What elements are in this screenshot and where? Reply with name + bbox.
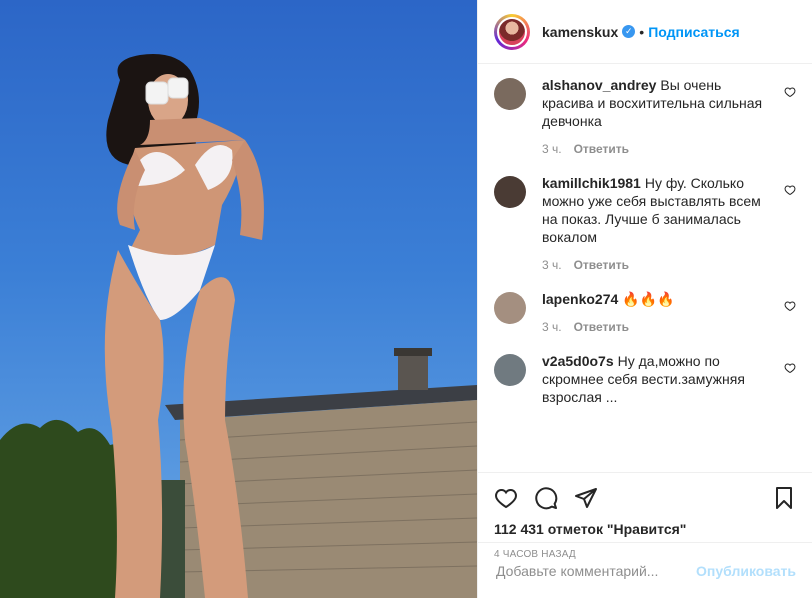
comment-time: 3 ч. bbox=[542, 258, 562, 272]
comment-time: 3 ч. bbox=[542, 320, 562, 334]
comments-list: alshanov_andrey Вы очень красива и восхит… bbox=[478, 64, 812, 472]
author-avatar[interactable] bbox=[494, 13, 530, 50]
comment-input[interactable] bbox=[494, 561, 697, 580]
share-icon[interactable] bbox=[574, 486, 598, 510]
action-icons bbox=[494, 483, 796, 513]
commenter-username[interactable]: v2a5d0o7s bbox=[542, 353, 614, 369]
post: kamenskux ✓ • Подписаться alshanov_andre… bbox=[0, 0, 812, 598]
likes-count[interactable]: 112 431 отметок "Нравится" bbox=[494, 521, 796, 537]
post-photo-illustration bbox=[0, 54, 477, 598]
comment-text-block: kamillchik1981 Ну фу. Сколько можно уже с… bbox=[542, 174, 772, 246]
commenter-username[interactable]: kamillchik1981 bbox=[542, 175, 641, 191]
comment-item: alshanov_andrey Вы очень красива и восхит… bbox=[494, 76, 796, 170]
commenter-username[interactable]: alshanov_andrey bbox=[542, 77, 656, 93]
publish-button[interactable]: Опубликовать bbox=[696, 563, 796, 579]
author-username[interactable]: kamenskux bbox=[542, 24, 618, 40]
commenter-avatar[interactable] bbox=[494, 176, 526, 208]
comment-meta: 3 ч. Ответить bbox=[542, 258, 772, 272]
comment-time: 3 ч. bbox=[542, 142, 562, 156]
follow-button[interactable]: Подписаться bbox=[648, 24, 740, 40]
comment-text-block: lapenko274 🔥🔥🔥 bbox=[542, 290, 772, 308]
commenter-avatar[interactable] bbox=[494, 292, 526, 324]
comment-item: lapenko274 🔥🔥🔥 3 ч. Ответить bbox=[494, 290, 796, 348]
comment-text-block: alshanov_andrey Вы очень красива и восхит… bbox=[542, 76, 772, 130]
post-photo[interactable] bbox=[0, 0, 477, 598]
comment-icon[interactable] bbox=[534, 486, 558, 510]
add-comment-bar: Опубликовать bbox=[478, 542, 812, 598]
reply-button[interactable]: Ответить bbox=[574, 258, 629, 272]
heart-icon[interactable] bbox=[494, 486, 518, 510]
comment-text-block: v2a5d0o7s Ну да,можно по скромнее себя ве… bbox=[542, 352, 772, 406]
comment-item: v2a5d0o7s Ну да,можно по скромнее себя ве… bbox=[494, 352, 796, 406]
comment-text: 🔥🔥🔥 bbox=[622, 291, 675, 307]
comment-meta: 3 ч. Ответить bbox=[542, 142, 772, 156]
comment-like-icon[interactable] bbox=[784, 300, 796, 312]
comment-like-icon[interactable] bbox=[784, 184, 796, 196]
post-actions: 112 431 отметок "Нравится" 4 часов назад bbox=[478, 472, 812, 560]
comment-meta: 3 ч. Ответить bbox=[542, 320, 772, 334]
comment-item: kamillchik1981 Ну фу. Сколько можно уже с… bbox=[494, 174, 796, 286]
commenter-avatar[interactable] bbox=[494, 78, 526, 110]
post-header: kamenskux ✓ • Подписаться bbox=[478, 0, 812, 64]
reply-button[interactable]: Ответить bbox=[574, 320, 629, 334]
verified-badge-icon: ✓ bbox=[622, 25, 636, 38]
bookmark-icon[interactable] bbox=[772, 486, 796, 510]
comment-like-icon[interactable] bbox=[784, 86, 796, 98]
commenter-avatar[interactable] bbox=[494, 354, 526, 386]
post-side-panel: kamenskux ✓ • Подписаться alshanov_andre… bbox=[477, 0, 812, 598]
separator-dot: • bbox=[639, 23, 645, 40]
comment-like-icon[interactable] bbox=[784, 362, 796, 374]
commenter-username[interactable]: lapenko274 bbox=[542, 291, 618, 307]
reply-button[interactable]: Ответить bbox=[574, 142, 629, 156]
